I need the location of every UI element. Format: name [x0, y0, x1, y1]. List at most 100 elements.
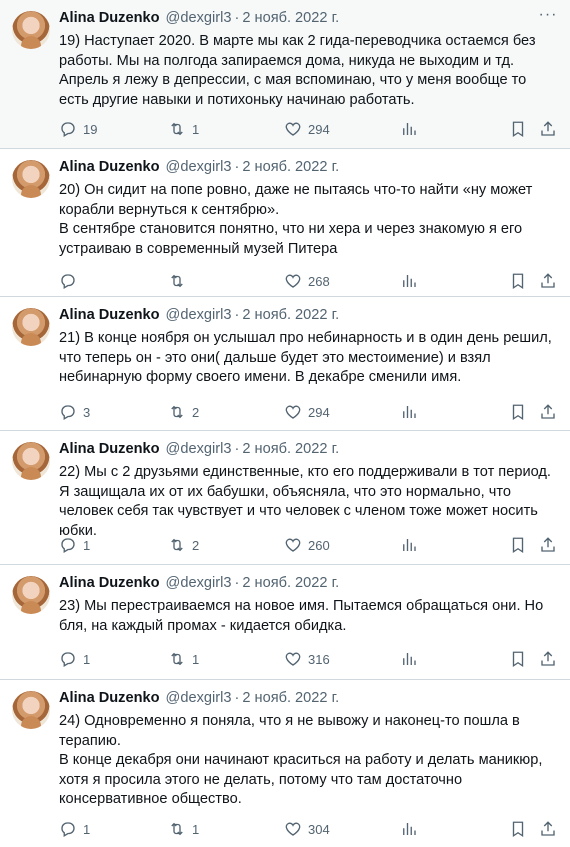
tweet[interactable]: Alina Duzenko @dexgirl3 · 2 нояб. 2022 г…	[0, 149, 570, 297]
reply-button[interactable]	[59, 270, 83, 292]
retweet-icon	[171, 822, 183, 836]
tweet-text: 24) Одновременно я поняла, что я не выво…	[59, 713, 543, 807]
avatar[interactable]	[12, 442, 50, 480]
bookmark-button[interactable]	[509, 818, 527, 840]
retweet-icon	[171, 405, 183, 419]
like-count: 294	[308, 404, 330, 420]
share-icon	[541, 537, 555, 552]
like-button[interactable]: 268	[284, 270, 330, 292]
tweet-content: Alina Duzenko @dexgirl3 · 2 нояб. 2022 г…	[59, 439, 558, 541]
retweet-icon	[171, 652, 183, 666]
share-button[interactable]	[539, 534, 557, 556]
tweet[interactable]: Alina Duzenko @dexgirl3 · 2 нояб. 2022 г…	[0, 0, 570, 149]
share-button[interactable]	[539, 648, 557, 670]
tweet-content: Alina Duzenko @dexgirl3 · 2 нояб. 2022 г…	[59, 305, 558, 388]
author-handle[interactable]: @dexgirl3	[166, 159, 232, 175]
bookmark-button[interactable]	[509, 648, 527, 670]
like-button[interactable]: 294	[284, 118, 330, 140]
like-button[interactable]: 304	[284, 818, 330, 840]
bookmark-button[interactable]	[509, 270, 527, 292]
retweet-count: 1	[192, 651, 200, 667]
share-button[interactable]	[539, 118, 557, 140]
author-handle[interactable]: @dexgirl3	[166, 690, 232, 706]
more-icon[interactable]: ···	[538, 7, 558, 28]
tweet-actions: 1 2 260	[59, 534, 559, 556]
views-button[interactable]	[400, 818, 418, 840]
share-button[interactable]	[539, 270, 557, 292]
reply-icon	[61, 122, 75, 137]
retweet-button[interactable]	[168, 270, 192, 292]
retweet-button[interactable]: 2	[168, 534, 199, 556]
avatar[interactable]	[12, 11, 50, 49]
reply-button[interactable]: 1	[59, 534, 90, 556]
reply-button[interactable]: 1	[59, 648, 90, 670]
share-button[interactable]	[539, 401, 557, 423]
author-name[interactable]: Alina Duzenko	[59, 441, 160, 457]
views-button[interactable]	[400, 270, 418, 292]
tweet-date[interactable]: 2 нояб. 2022 г.	[242, 10, 339, 26]
tweet-date[interactable]: 2 нояб. 2022 г.	[242, 690, 339, 706]
separator: ·	[234, 307, 240, 323]
author-handle[interactable]: @dexgirl3	[166, 575, 232, 591]
tweet-header: Alina Duzenko @dexgirl3 · 2 нояб. 2022 г…	[59, 439, 558, 459]
views-button[interactable]	[400, 401, 418, 423]
share-button[interactable]	[539, 818, 557, 840]
author-name[interactable]: Alina Duzenko	[59, 10, 160, 26]
author-name[interactable]: Alina Duzenko	[59, 159, 160, 175]
reply-button[interactable]: 19	[59, 118, 97, 140]
views-icon	[403, 539, 416, 551]
retweet-icon	[171, 538, 183, 552]
reply-icon	[61, 405, 75, 420]
bookmark-icon	[512, 821, 524, 838]
like-button[interactable]: 260	[284, 534, 330, 556]
views-icon	[403, 653, 416, 665]
bookmark-icon	[512, 121, 524, 138]
heart-icon	[285, 405, 301, 419]
avatar[interactable]	[12, 160, 50, 198]
tweet-actions: 1 1 316	[59, 648, 559, 670]
tweet[interactable]: Alina Duzenko @dexgirl3 · 2 нояб. 2022 г…	[0, 297, 570, 431]
tweet-header: Alina Duzenko @dexgirl3 · 2 нояб. 2022 г…	[59, 688, 558, 708]
tweet-text: 20) Он сидит на попе ровно, даже не пыта…	[59, 182, 533, 257]
avatar[interactable]	[12, 308, 50, 346]
author-handle[interactable]: @dexgirl3	[166, 10, 232, 26]
reply-button[interactable]: 3	[59, 401, 90, 423]
views-button[interactable]	[400, 118, 418, 140]
avatar[interactable]	[12, 691, 50, 729]
avatar[interactable]	[12, 576, 50, 614]
retweet-button[interactable]: 2	[168, 401, 199, 423]
author-name[interactable]: Alina Duzenko	[59, 575, 160, 591]
retweet-count: 2	[192, 404, 200, 420]
tweet-date[interactable]: 2 нояб. 2022 г.	[242, 307, 339, 323]
views-button[interactable]	[400, 534, 418, 556]
tweet[interactable]: Alina Duzenko @dexgirl3 · 2 нояб. 2022 г…	[0, 431, 570, 565]
author-name[interactable]: Alina Duzenko	[59, 690, 160, 706]
bookmark-button[interactable]	[509, 401, 527, 423]
retweet-button[interactable]: 1	[168, 118, 199, 140]
views-button[interactable]	[400, 648, 418, 670]
separator: ·	[234, 10, 240, 26]
reply-button[interactable]: 1	[59, 818, 90, 840]
bookmark-button[interactable]	[509, 534, 527, 556]
author-handle[interactable]: @dexgirl3	[166, 441, 232, 457]
author-name[interactable]: Alina Duzenko	[59, 307, 160, 323]
tweet-date[interactable]: 2 нояб. 2022 г.	[242, 159, 339, 175]
retweet-button[interactable]: 1	[168, 818, 199, 840]
tweet-text: 19) Наступает 2020. В марте мы как 2 гид…	[59, 33, 536, 108]
tweet[interactable]: Alina Duzenko @dexgirl3 · 2 нояб. 2022 г…	[0, 565, 570, 680]
author-handle[interactable]: @dexgirl3	[166, 307, 232, 323]
share-icon	[541, 121, 555, 136]
tweet-date[interactable]: 2 нояб. 2022 г.	[242, 441, 339, 457]
reply-count: 1	[83, 537, 91, 553]
share-icon	[541, 273, 555, 288]
bookmark-button[interactable]	[509, 118, 527, 140]
tweet[interactable]: Alina Duzenko @dexgirl3 · 2 нояб. 2022 г…	[0, 680, 570, 847]
tweet-date[interactable]: 2 нояб. 2022 г.	[242, 575, 339, 591]
like-button[interactable]: 294	[284, 401, 330, 423]
like-button[interactable]: 316	[284, 648, 330, 670]
tweet-text: 21) В конце ноября он услышал про небина…	[59, 330, 552, 385]
tweet-header: Alina Duzenko @dexgirl3 · 2 нояб. 2022 г…	[59, 305, 558, 325]
separator: ·	[234, 441, 240, 457]
heart-icon	[285, 274, 301, 288]
retweet-button[interactable]: 1	[168, 648, 199, 670]
